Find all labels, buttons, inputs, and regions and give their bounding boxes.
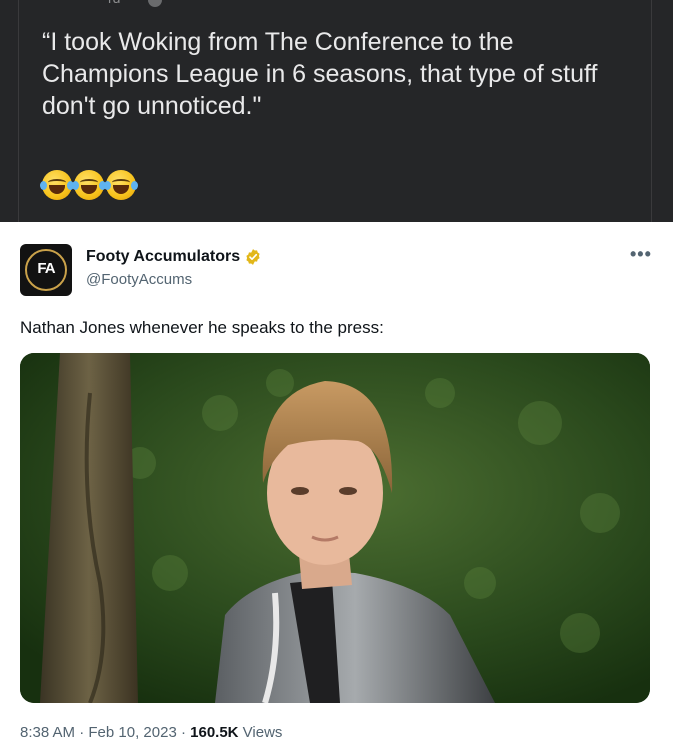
tweet-text: Nathan Jones whenever he speaks to the p… [20,318,384,337]
tweet: FA Footy Accumulators @FootyAccums ••• N… [0,222,673,750]
photo-illustration [20,353,650,703]
avatar-logo: FA [37,260,55,277]
quoted-post-header-remnant: rd [108,0,120,6]
more-options-icon[interactable]: ••• [630,244,652,265]
tears-of-joy-emoji-icon [104,170,138,200]
tweet-meta: 8:38 AM · Feb 10, 2023 · 160.5K Views [20,724,282,741]
meta-separator: · [176,724,191,741]
views-count[interactable]: 160.5K [190,724,238,741]
avatar[interactable]: FA [20,244,72,296]
views-label: Views [238,724,283,741]
user-handle[interactable]: @FootyAccums [86,271,192,288]
tweet-photo[interactable] [20,353,650,703]
quoted-post-text: “I took Woking from The Conference to th… [42,28,598,120]
display-name[interactable]: Footy Accumulators [86,248,240,266]
tears-of-joy-emoji-icon [72,170,106,200]
meta-separator: · [75,724,89,741]
tears-of-joy-emoji-icon [40,170,74,200]
verified-badge-icon [246,249,260,265]
emoji-row [40,170,138,202]
author-name-row[interactable]: Footy Accumulators [86,248,262,266]
quoted-post[interactable]: rd “I took Woking from The Conference to… [0,0,673,223]
tweet-time[interactable]: 8:38 AM [20,724,75,741]
tweet-date[interactable]: Feb 10, 2023 [88,724,176,741]
